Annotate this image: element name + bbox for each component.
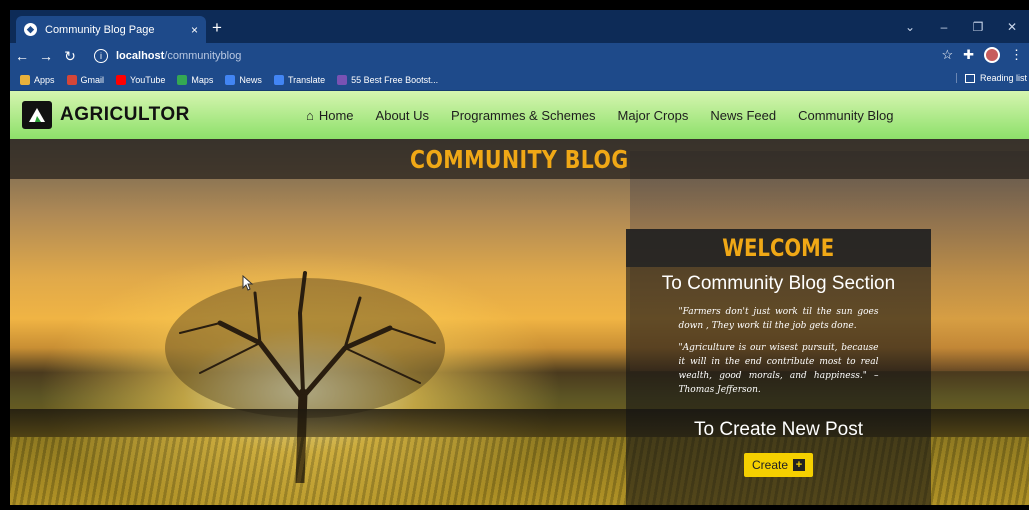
restore-icon[interactable]: ❐ [961, 20, 995, 34]
site-logo[interactable]: AGRICULTOR [22, 101, 190, 129]
welcome-header: WELCOME [626, 229, 931, 267]
create-post-button[interactable]: Create + [743, 453, 814, 477]
browser-toolbar: ← → ↻ i localhost /communityblog ☆ ✚ ⋮ [10, 43, 1029, 69]
window-controls: ⌄ – ❐ ✕ [893, 10, 1029, 43]
nav-news-feed[interactable]: News Feed [710, 108, 776, 123]
main-menu: ⌂ Home About Us Programmes & Schemes Majo… [306, 91, 893, 139]
page-title: COMMUNITY BLOG [410, 144, 629, 174]
mouse-cursor-icon [242, 275, 254, 291]
page-banner: COMMUNITY BLOG [10, 139, 1029, 179]
back-icon[interactable]: ← [10, 48, 34, 64]
bookmark-star-icon[interactable]: ☆ [941, 47, 953, 63]
news-icon [225, 74, 236, 85]
toolbar-actions: ☆ ✚ ⋮ [941, 47, 1023, 63]
bookmark-maps[interactable]: Maps [177, 74, 213, 85]
favicon-icon: ◆ [24, 23, 37, 36]
quote-jefferson: "Agriculture is our wisest pursuit, beca… [678, 343, 879, 395]
forward-icon[interactable]: → [34, 48, 58, 64]
browser-tab[interactable]: ◆ Community Blog Page × [16, 16, 206, 43]
web-page: AGRICULTOR ⌂ Home About Us Programmes & S… [10, 91, 1029, 505]
tab-strip: ◆ Community Blog Page × + ⌄ – ❐ ✕ [10, 10, 1029, 43]
nav-major-crops[interactable]: Major Crops [618, 108, 689, 123]
url-path: /communityblog [164, 50, 242, 62]
minimize-icon[interactable]: – [927, 20, 961, 34]
tab-title: Community Blog Page [45, 23, 155, 36]
url-host: localhost [116, 50, 165, 62]
menu-kebab-icon[interactable]: ⋮ [1010, 47, 1023, 63]
nav-home[interactable]: ⌂ Home [306, 108, 354, 123]
welcome-subtitle: To Community Blog Section [661, 273, 896, 294]
bookmark-bootstrap[interactable]: 55 Best Free Bootst... [337, 74, 438, 85]
new-tab-button[interactable]: + [212, 19, 222, 36]
nav-about[interactable]: About Us [376, 108, 429, 123]
bookmark-youtube[interactable]: YouTube [116, 74, 165, 85]
create-post-heading: To Create New Post [694, 419, 863, 440]
translate-icon [273, 74, 284, 85]
site-info-icon[interactable]: i [94, 49, 108, 63]
reload-icon[interactable]: ↻ [58, 48, 82, 65]
site-navbar: AGRICULTOR ⌂ Home About Us Programmes & S… [10, 91, 1029, 139]
nav-programmes[interactable]: Programmes & Schemes [451, 108, 596, 123]
youtube-icon [116, 74, 127, 85]
bookmark-apps[interactable]: Apps [20, 74, 55, 85]
reading-list-icon [964, 73, 975, 83]
bookmark-news[interactable]: News [225, 74, 262, 85]
nav-community-blog[interactable]: Community Blog [798, 108, 893, 123]
bookmarks-bar: Apps Gmail YouTube Maps News Translate 5… [10, 69, 1029, 91]
browser-window: ◆ Community Blog Page × + ⌄ – ❐ ✕ ← → ↻ … [10, 10, 1029, 505]
plus-square-icon: + [793, 459, 806, 471]
home-icon: ⌂ [306, 107, 314, 123]
reading-list[interactable]: Reading list [955, 73, 1027, 83]
logo-mark-icon [22, 101, 52, 129]
close-tab-icon[interactable]: × [191, 23, 198, 37]
bookmark-translate[interactable]: Translate [273, 74, 325, 85]
address-bar[interactable]: i localhost /communityblog [94, 46, 934, 66]
welcome-panel: WELCOME To Community Blog Section "Farme… [626, 229, 931, 505]
bookmark-gmail[interactable]: Gmail [66, 74, 104, 85]
gmail-icon [66, 74, 77, 85]
create-button-label: Create [751, 458, 789, 472]
welcome-title: WELCOME [722, 234, 835, 262]
close-window-icon[interactable]: ✕ [995, 20, 1029, 34]
tab-search-icon[interactable]: ⌄ [893, 20, 927, 34]
brand-name: AGRICULTOR [60, 104, 190, 125]
maps-icon [177, 74, 188, 85]
bootstrap-icon [337, 74, 348, 85]
quote-farmers: "Farmers don't just work til the sun goe… [678, 307, 879, 331]
extensions-icon[interactable]: ✚ [963, 47, 974, 63]
profile-avatar[interactable] [984, 47, 1000, 63]
apps-icon [20, 74, 30, 85]
